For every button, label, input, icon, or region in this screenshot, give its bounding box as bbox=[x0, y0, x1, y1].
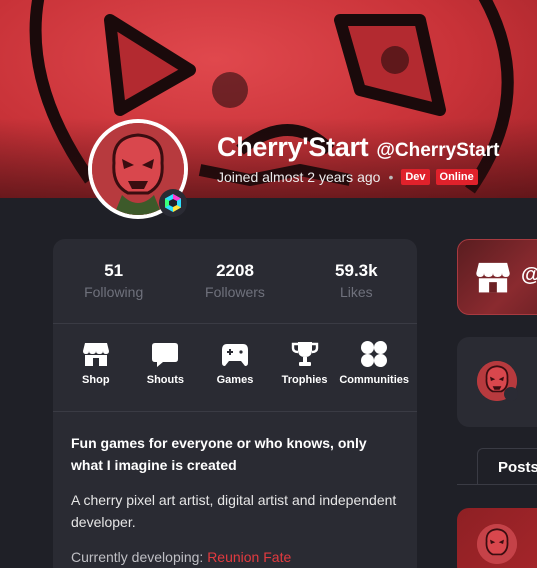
nav-label: Shouts bbox=[146, 374, 185, 386]
online-badge: Online bbox=[435, 169, 478, 185]
profile-nav: Shop Shouts Games Trophies Communities bbox=[53, 324, 417, 412]
stat-value: 2208 bbox=[216, 261, 254, 280]
game-link[interactable]: Reunion Fate bbox=[207, 549, 291, 565]
nav-shouts[interactable]: Shouts bbox=[133, 340, 197, 411]
tab-posts[interactable]: Posts bbox=[477, 448, 537, 485]
shop-card[interactable]: @ bbox=[457, 239, 537, 315]
shop-owner-handle: @ bbox=[521, 264, 537, 287]
profile-info-card: 51 Following 2208 Followers 59.3k Likes … bbox=[53, 239, 417, 568]
currently-developing: Currently developing: Reunion Fate bbox=[71, 546, 399, 568]
stat-label: Likes bbox=[339, 284, 373, 300]
trophy-icon bbox=[291, 340, 319, 368]
stat-following[interactable]: 51 Following bbox=[53, 239, 174, 323]
profile-title: Cherry'Start @CherryStart bbox=[217, 132, 499, 163]
nav-games[interactable]: Games bbox=[203, 340, 267, 411]
nav-shop[interactable]: Shop bbox=[64, 340, 128, 411]
profile-mini-card[interactable] bbox=[457, 337, 537, 427]
post-author-avatar bbox=[477, 524, 517, 564]
stat-label: Followers bbox=[205, 284, 265, 300]
stat-likes: 59.3k Likes bbox=[296, 239, 417, 323]
speech-bubble-icon bbox=[151, 340, 179, 368]
post-card[interactable] bbox=[457, 508, 537, 568]
stat-value: 59.3k bbox=[335, 261, 378, 280]
stats-row: 51 Following 2208 Followers 59.3k Likes bbox=[53, 239, 417, 324]
profile-bio: Fun games for everyone or who knows, onl… bbox=[53, 412, 417, 568]
separator-dot: • bbox=[388, 169, 394, 185]
nav-label: Shop bbox=[82, 374, 110, 386]
dev-badge: Dev bbox=[401, 169, 430, 185]
stat-followers[interactable]: 2208 Followers bbox=[174, 239, 295, 323]
shop-icon bbox=[475, 260, 511, 296]
nav-trophies[interactable]: Trophies bbox=[273, 340, 337, 411]
verified-badge-icon bbox=[504, 387, 518, 401]
stat-value: 51 bbox=[104, 261, 124, 280]
joined-date: Joined almost 2 years ago bbox=[217, 169, 381, 185]
verified-badge-icon bbox=[159, 189, 187, 217]
nav-label: Trophies bbox=[281, 374, 328, 386]
nav-communities[interactable]: Communities bbox=[339, 340, 410, 411]
communities-icon bbox=[360, 340, 388, 368]
tabs-divider bbox=[457, 484, 537, 485]
gamepad-icon bbox=[221, 340, 249, 368]
shop-icon bbox=[82, 340, 110, 368]
bio-headline: Fun games for everyone or who knows, onl… bbox=[71, 435, 367, 473]
display-name: Cherry'Start bbox=[217, 132, 369, 162]
nav-label: Games bbox=[216, 374, 254, 386]
bio-text: A cherry pixel art artist, digital artis… bbox=[71, 492, 397, 530]
username-handle[interactable]: @CherryStart bbox=[376, 140, 499, 162]
developing-label: Currently developing: bbox=[71, 549, 208, 565]
nav-label: Communities bbox=[339, 374, 410, 386]
stat-label: Following bbox=[84, 284, 144, 300]
profile-meta: Joined almost 2 years ago • Dev Online bbox=[217, 169, 478, 185]
